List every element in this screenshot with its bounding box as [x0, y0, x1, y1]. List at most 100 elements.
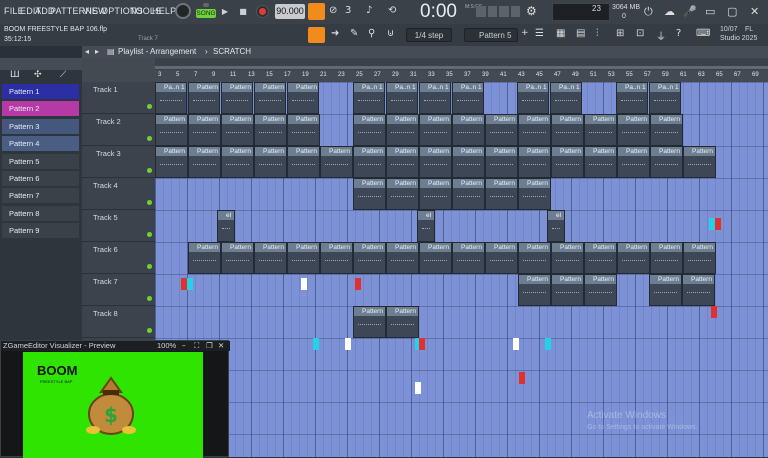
- wait-input-icon[interactable]: ⊘: [329, 5, 337, 16]
- pattern-clip[interactable]: Pattern 7: [188, 242, 221, 274]
- master-volume-knob[interactable]: [175, 3, 191, 19]
- pattern-picker-item[interactable]: Pattern 3: [2, 118, 79, 134]
- pattern-clip[interactable]: Pa..n 1: [419, 82, 451, 114]
- visualizer-zoom[interactable]: 100%: [157, 341, 176, 351]
- pattern-clip[interactable]: Pa..n 1: [517, 82, 549, 114]
- pattern-clip[interactable]: Pattern 5: [254, 114, 287, 146]
- pattern-clip[interactable]: Pattern 9: [353, 306, 386, 338]
- link-icon[interactable]: ⚲: [368, 28, 375, 39]
- tempo-display[interactable]: 90.000: [275, 4, 305, 19]
- track-mute-led[interactable]: [147, 200, 152, 205]
- pattern-clip[interactable]: Pattern 5: [155, 114, 188, 146]
- help-icon[interactable]: ?: [676, 28, 681, 39]
- pattern-picker-item[interactable]: Pattern 4: [2, 136, 79, 152]
- loop-record-icon[interactable]: ⟲: [388, 5, 396, 16]
- track-header[interactable]: Track 3: [82, 146, 155, 178]
- pattern-clip[interactable]: Pa..n 1: [353, 82, 385, 114]
- pattern-clip[interactable]: Pattern 7: [551, 242, 584, 274]
- automation-marker[interactable]: [545, 338, 551, 350]
- track-header[interactable]: Track 5: [82, 210, 155, 242]
- pattern-picker-item[interactable]: Pattern 6: [2, 171, 79, 186]
- pat-song-toggle[interactable]: SONG: [196, 3, 216, 20]
- pattern-clip[interactable]: Pattern 6: [221, 146, 254, 178]
- pattern-clip[interactable]: Pattern 7: [617, 242, 650, 274]
- add-pattern-icon[interactable]: +: [521, 28, 529, 38]
- plugin-icon[interactable]: ⏚: [656, 28, 666, 43]
- pattern-clip[interactable]: Pattern 7: [287, 242, 320, 274]
- pattern-clip[interactable]: Pattern 5: [221, 114, 254, 146]
- touch-keyboard-icon[interactable]: ⌨: [696, 28, 710, 39]
- pattern-clip[interactable]: Pattern 8: [419, 178, 452, 210]
- visualizer-titlebar[interactable]: ZGameEditor Visualizer - Preview 100% – …: [1, 341, 230, 351]
- settings-icon[interactable]: ⚙: [526, 4, 537, 18]
- pattern-clip[interactable]: Pattern 5: [419, 114, 452, 146]
- arrow-right-icon[interactable]: ▸: [95, 47, 99, 56]
- pattern-clip[interactable]: Pattern 6: [320, 146, 353, 178]
- pattern-clip[interactable]: Pattern 6: [485, 146, 518, 178]
- automation-marker[interactable]: [313, 338, 319, 350]
- pattern-clip[interactable]: Pattern 1: [221, 82, 253, 114]
- pattern-clip[interactable]: Pattern 5: [386, 114, 419, 146]
- pattern-clip[interactable]: Pattern 5: [188, 114, 221, 146]
- mixer-icon[interactable]: ⫶: [596, 28, 599, 39]
- track-mute-led[interactable]: [147, 296, 152, 301]
- news-product[interactable]: Studio 2025: [720, 35, 757, 42]
- pattern-clip[interactable]: Pattern 6: [452, 146, 485, 178]
- close-icon[interactable]: ✕: [218, 341, 224, 351]
- pattern-clip[interactable]: Pa..n 1: [616, 82, 648, 114]
- automation-marker[interactable]: [519, 372, 525, 384]
- pattern-clip[interactable]: Pattern 8: [485, 178, 518, 210]
- plugin-picker-icon[interactable]: ⊡: [636, 28, 644, 39]
- fullscreen-icon[interactable]: ⛶: [194, 341, 199, 351]
- pattern-picker-item[interactable]: Pattern 2: [2, 101, 79, 117]
- tool-menu-icon[interactable]: Ш: [10, 70, 20, 80]
- pattern-picker-item[interactable]: Pattern 5: [2, 153, 79, 169]
- pattern-clip[interactable]: Pattern 6: [617, 146, 650, 178]
- pattern-clip[interactable]: Pattern 5: [617, 114, 650, 146]
- automation-marker[interactable]: [715, 218, 721, 230]
- play-icon[interactable]: ▶: [218, 4, 232, 19]
- pattern-picker-item[interactable]: Pattern 7: [2, 188, 79, 204]
- microphone-icon[interactable]: 🎤: [683, 5, 697, 18]
- magnet-icon[interactable]: ⊍: [387, 28, 394, 39]
- pattern-clip[interactable]: Pattern 7: [485, 242, 518, 274]
- automation-marker[interactable]: [345, 338, 351, 350]
- stop-icon[interactable]: ■: [236, 4, 250, 19]
- pattern-clip[interactable]: Pa..n 1: [649, 82, 681, 114]
- pattern-clip[interactable]: Pattern 6: [683, 146, 716, 178]
- track-header[interactable]: Track 6: [82, 242, 155, 274]
- pattern-clip[interactable]: Pattern 7: [221, 242, 254, 274]
- pattern-clip[interactable]: Pattern 7: [650, 242, 683, 274]
- metronome-button[interactable]: [308, 3, 325, 20]
- pattern-picker-item[interactable]: Pattern 1: [2, 84, 79, 99]
- pattern-clip[interactable]: Pattern 5: [551, 114, 584, 146]
- pattern-clip[interactable]: Pattern 7: [320, 242, 353, 274]
- pattern-clip[interactable]: el: [417, 210, 435, 242]
- track-mute-led[interactable]: [147, 136, 152, 141]
- automation-marker[interactable]: [187, 278, 193, 290]
- restore-icon[interactable]: ❐: [206, 341, 213, 351]
- pattern-clip[interactable]: Pattern 5: [518, 114, 551, 146]
- arrangement-name[interactable]: SCRATCH: [213, 47, 251, 56]
- arrow-left-icon[interactable]: ◂: [85, 47, 89, 56]
- pattern-clip[interactable]: Pa..n 1: [386, 82, 418, 114]
- pattern-clip[interactable]: Pattern 5: [584, 114, 617, 146]
- pattern-clip[interactable]: Pattern 6: [419, 146, 452, 178]
- pattern-clip[interactable]: Pattern 6: [551, 146, 584, 178]
- pattern-clip[interactable]: Pattern 6: [650, 146, 683, 178]
- close-icon[interactable]: ✕: [750, 5, 759, 18]
- pattern-clip[interactable]: Pattern 6: [287, 146, 320, 178]
- pattern-clip[interactable]: Pattern 7: [518, 242, 551, 274]
- pattern-clip[interactable]: Pattern 5: [452, 114, 485, 146]
- pattern-clip[interactable]: Pattern 7: [419, 242, 452, 274]
- tool-mix-icon[interactable]: ✣: [34, 70, 42, 80]
- track-mute-led[interactable]: [147, 232, 152, 237]
- pattern-picker-item[interactable]: Pattern 8: [2, 205, 79, 221]
- pattern-clip[interactable]: Pa..n 1: [452, 82, 484, 114]
- visualizer-window[interactable]: ZGameEditor Visualizer - Preview 100% – …: [0, 340, 230, 458]
- track-header[interactable]: Track 8: [82, 306, 155, 338]
- pattern-clip[interactable]: el: [547, 210, 565, 242]
- pattern-clip[interactable]: Pattern 7: [353, 242, 386, 274]
- pattern-clip[interactable]: Pattern 8: [682, 274, 715, 306]
- panic-icon[interactable]: ⏻: [644, 5, 653, 19]
